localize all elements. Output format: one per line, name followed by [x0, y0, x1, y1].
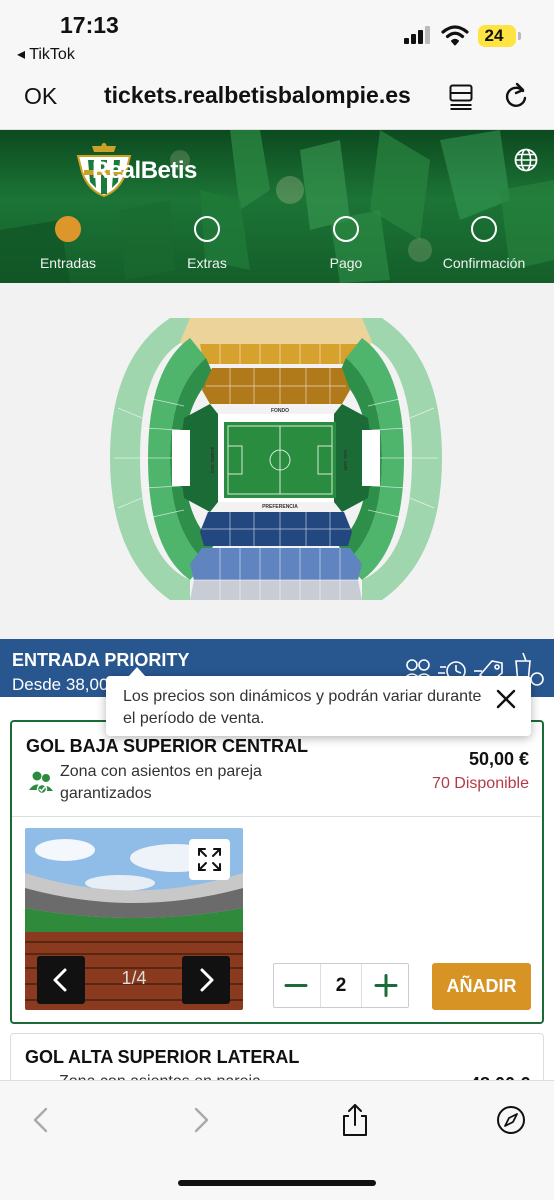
step-label: Entradas: [39, 255, 97, 271]
cellular-signal-icon: [404, 26, 432, 44]
reader-mode-icon[interactable]: [449, 84, 473, 110]
wifi-icon: [441, 25, 469, 46]
ticket-title: GOL BAJA SUPERIOR CENTRAL: [26, 736, 309, 756]
ticket-card: GOL BAJA SUPERIOR CENTRAL Zona con asien…: [10, 720, 544, 1024]
decrease-quantity-button[interactable]: [274, 964, 318, 1007]
increase-quantity-button[interactable]: [364, 964, 408, 1007]
step-dot: [333, 216, 359, 242]
step-confirmacion[interactable]: Confirmación: [424, 216, 544, 271]
seat-view-gallery[interactable]: 1/4: [25, 828, 243, 1010]
add-to-cart-button[interactable]: AÑADIR: [432, 963, 531, 1010]
stadium-seating-map[interactable]: FONDO PREFERENCIA GOL NORTE GOL SUR: [110, 318, 442, 600]
forward-icon[interactable]: [186, 1103, 216, 1137]
step-label: Confirmación: [442, 255, 526, 271]
priority-title: ENTRADA PRIORITY: [12, 650, 190, 670]
gallery-next-button[interactable]: [182, 956, 230, 1004]
share-icon[interactable]: [340, 1103, 370, 1137]
stand-label-right: GOL SUR: [343, 450, 348, 471]
back-to-app-link[interactable]: ◂ TikTok: [17, 44, 75, 64]
ticket-title: GOL ALTA SUPERIOR LATERAL: [25, 1047, 300, 1067]
compass-icon[interactable]: [496, 1103, 526, 1137]
step-pago[interactable]: Pago: [286, 216, 406, 271]
home-indicator: [178, 1180, 376, 1186]
reload-icon[interactable]: [503, 82, 529, 110]
chevron-left-icon: [53, 968, 67, 992]
expand-photo-button[interactable]: [189, 839, 230, 880]
chevron-right-icon: [200, 968, 214, 992]
stand-label-top: FONDO: [271, 408, 289, 414]
globe-icon[interactable]: [514, 148, 538, 172]
stand-label-bottom: PREFERENCIA: [262, 504, 298, 510]
card-divider: [12, 816, 541, 817]
gallery-counter: 1/4: [121, 968, 147, 988]
ok-button[interactable]: OK: [24, 83, 57, 110]
step-extras[interactable]: Extras: [147, 216, 267, 271]
tooltip-text: Los precios son dinámicos y podrán varia…: [123, 688, 482, 727]
ticket-description: Zona con asientos en pareja garantizados: [60, 763, 262, 802]
quantity-stepper: 2: [273, 963, 409, 1008]
page: 17:13 ◂ TikTok 24 OK tickets.realbetisba…: [0, 0, 554, 1200]
url-address[interactable]: tickets.realbetisbalompie.es: [104, 82, 411, 109]
ticket-availability: 70 Disponible: [432, 775, 529, 792]
paired-seats-icon: [29, 771, 53, 795]
step-dot: [471, 216, 497, 242]
browser-url-bar: OK tickets.realbetisbalompie.es: [0, 70, 554, 130]
stand-label-left: GOL NORTE: [210, 447, 215, 474]
dynamic-pricing-tooltip: Los precios son dinámicos y podrán varia…: [106, 667, 531, 736]
stadium-map-area: FONDO PREFERENCIA GOL NORTE GOL SUR: [0, 283, 554, 639]
expand-icon: [198, 848, 221, 871]
quantity-value[interactable]: 2: [320, 964, 362, 1007]
back-icon[interactable]: [26, 1103, 56, 1137]
battery-indicator: 24: [478, 25, 521, 47]
step-dot: [194, 216, 220, 242]
ticket-price: 50,00 €: [468, 749, 529, 769]
step-dot: [55, 216, 81, 242]
status-time: 17:13: [60, 12, 119, 38]
step-label: Pago: [329, 255, 363, 271]
minus-icon: [284, 984, 308, 987]
hero-header: RealBetis Entradas Extras Pago Confirmac…: [0, 130, 554, 283]
step-label: Extras: [187, 255, 227, 271]
brand-wordmark: RealBetis: [92, 157, 197, 184]
step-entradas[interactable]: Entradas: [8, 216, 128, 271]
status-bar: 17:13 ◂ TikTok 24: [0, 0, 554, 70]
close-icon[interactable]: [494, 687, 518, 711]
gallery-prev-button[interactable]: [37, 956, 85, 1004]
plus-icon: [374, 974, 398, 997]
